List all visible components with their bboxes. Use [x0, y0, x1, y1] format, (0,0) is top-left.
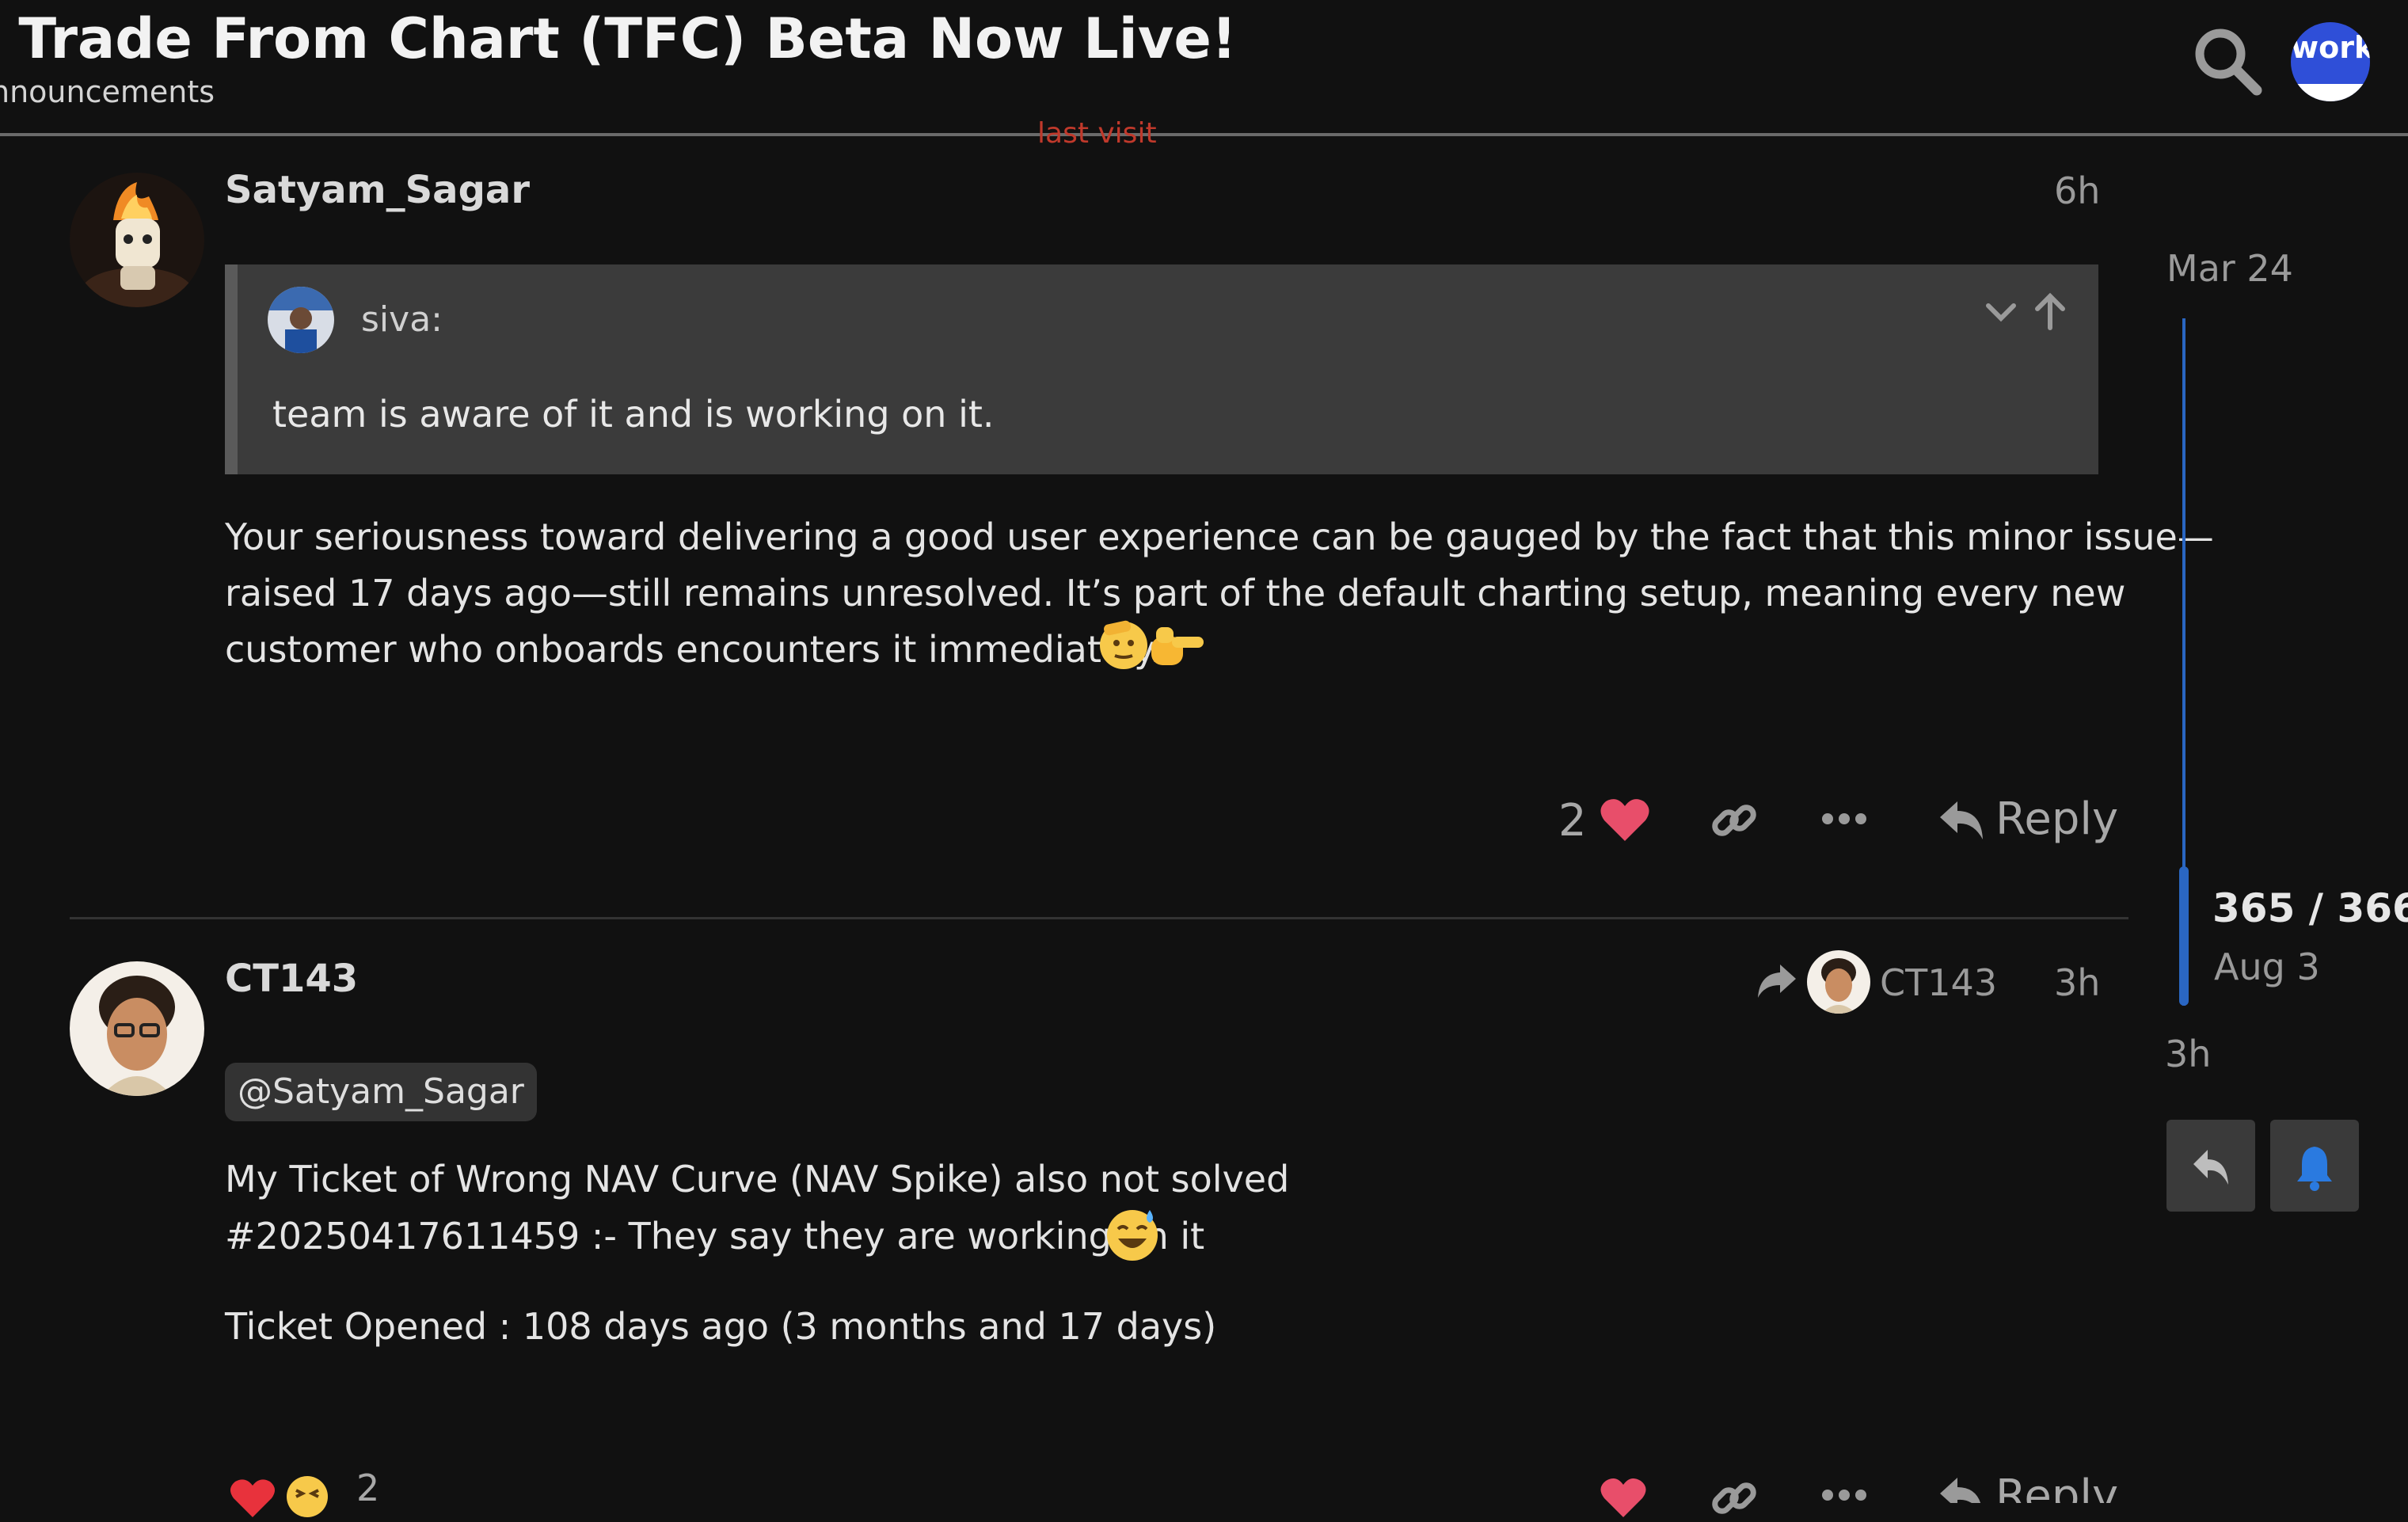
- arrow-up-icon[interactable]: [2033, 291, 2068, 331]
- avatar[interactable]: [70, 961, 204, 1096]
- avatar[interactable]: [70, 173, 204, 307]
- user-avatar-text: work: [2291, 30, 2370, 65]
- reply-icon[interactable]: [1938, 800, 1984, 841]
- post-body-line: Ticket Opened : 108 days ago (3 months a…: [225, 1305, 1217, 1348]
- quote-author: siva:: [361, 299, 443, 340]
- reply-button[interactable]: Reply: [1995, 1470, 2118, 1503]
- more-options-icon[interactable]: [1821, 1487, 1867, 1503]
- link-icon[interactable]: [1710, 1474, 1758, 1522]
- post-username[interactable]: Satyam_Sagar: [225, 168, 530, 212]
- reply-to-avatar[interactable]: [1807, 950, 1870, 1014]
- post-body-line: #20250417611459 :- They say they are wor…: [225, 1215, 1205, 1258]
- topic-title[interactable]: - Trade From Chart (TFC) Beta Now Live!: [0, 6, 1237, 71]
- heart-icon[interactable]: [1600, 797, 1650, 843]
- mention-chip[interactable]: @Satyam_Sagar: [225, 1063, 537, 1121]
- saluting-face-emoji: [1096, 616, 1151, 672]
- heart-icon[interactable]: [1600, 1476, 1647, 1519]
- reply-topic-button[interactable]: [2166, 1120, 2255, 1212]
- pointing-hand-emoji: [1148, 621, 1207, 668]
- header-divider: [0, 133, 2408, 136]
- post-divider: [70, 917, 2128, 919]
- user-avatar[interactable]: work: [2291, 22, 2370, 101]
- quote-text: team is aware of it and is working on it…: [272, 393, 995, 436]
- chevron-down-icon[interactable]: [1984, 295, 2018, 329]
- laughing-reaction-icon[interactable]: [285, 1474, 329, 1519]
- reply-icon[interactable]: [1938, 1476, 1984, 1503]
- reply-to-username[interactable]: CT143: [1880, 961, 1997, 1004]
- post-body-line: raised 17 days ago—still remains unresol…: [225, 572, 2126, 615]
- link-icon[interactable]: [1710, 797, 1758, 844]
- post-time[interactable]: 3h: [2054, 961, 2100, 1004]
- more-options-icon[interactable]: [1821, 811, 1867, 827]
- notification-bell-button[interactable]: [2270, 1120, 2359, 1212]
- timeline-current-date: Aug 3: [2214, 946, 2320, 988]
- sweat-smile-emoji: [1104, 1205, 1161, 1262]
- quote-block: [225, 264, 2098, 474]
- quote-avatar: [268, 287, 334, 353]
- post-body-line: My Ticket of Wrong NAV Curve (NAV Spike)…: [225, 1158, 1290, 1200]
- timeline-handle[interactable]: [2179, 866, 2189, 1006]
- timeline-start-date[interactable]: Mar 24: [2166, 247, 2293, 290]
- category-link[interactable]: nnouncements: [0, 74, 215, 109]
- timeline-position: 365 / 366: [2212, 885, 2408, 931]
- share-arrow-icon: [1756, 963, 1797, 999]
- post-body-line: customer who onboards encounters it imme…: [225, 628, 1162, 671]
- timeline-end-date[interactable]: 3h: [2165, 1033, 2211, 1075]
- like-count[interactable]: 2: [1558, 795, 1587, 847]
- post-username[interactable]: CT143: [225, 957, 358, 1001]
- post-body-line: Your seriousness toward delivering a goo…: [225, 516, 2214, 558]
- search-icon[interactable]: [2192, 25, 2263, 97]
- last-visit-marker: last visit: [1037, 117, 1157, 150]
- post-time[interactable]: 6h: [2054, 169, 2100, 212]
- heart-reaction-icon[interactable]: [230, 1478, 276, 1519]
- reply-button[interactable]: Reply: [1995, 793, 2118, 845]
